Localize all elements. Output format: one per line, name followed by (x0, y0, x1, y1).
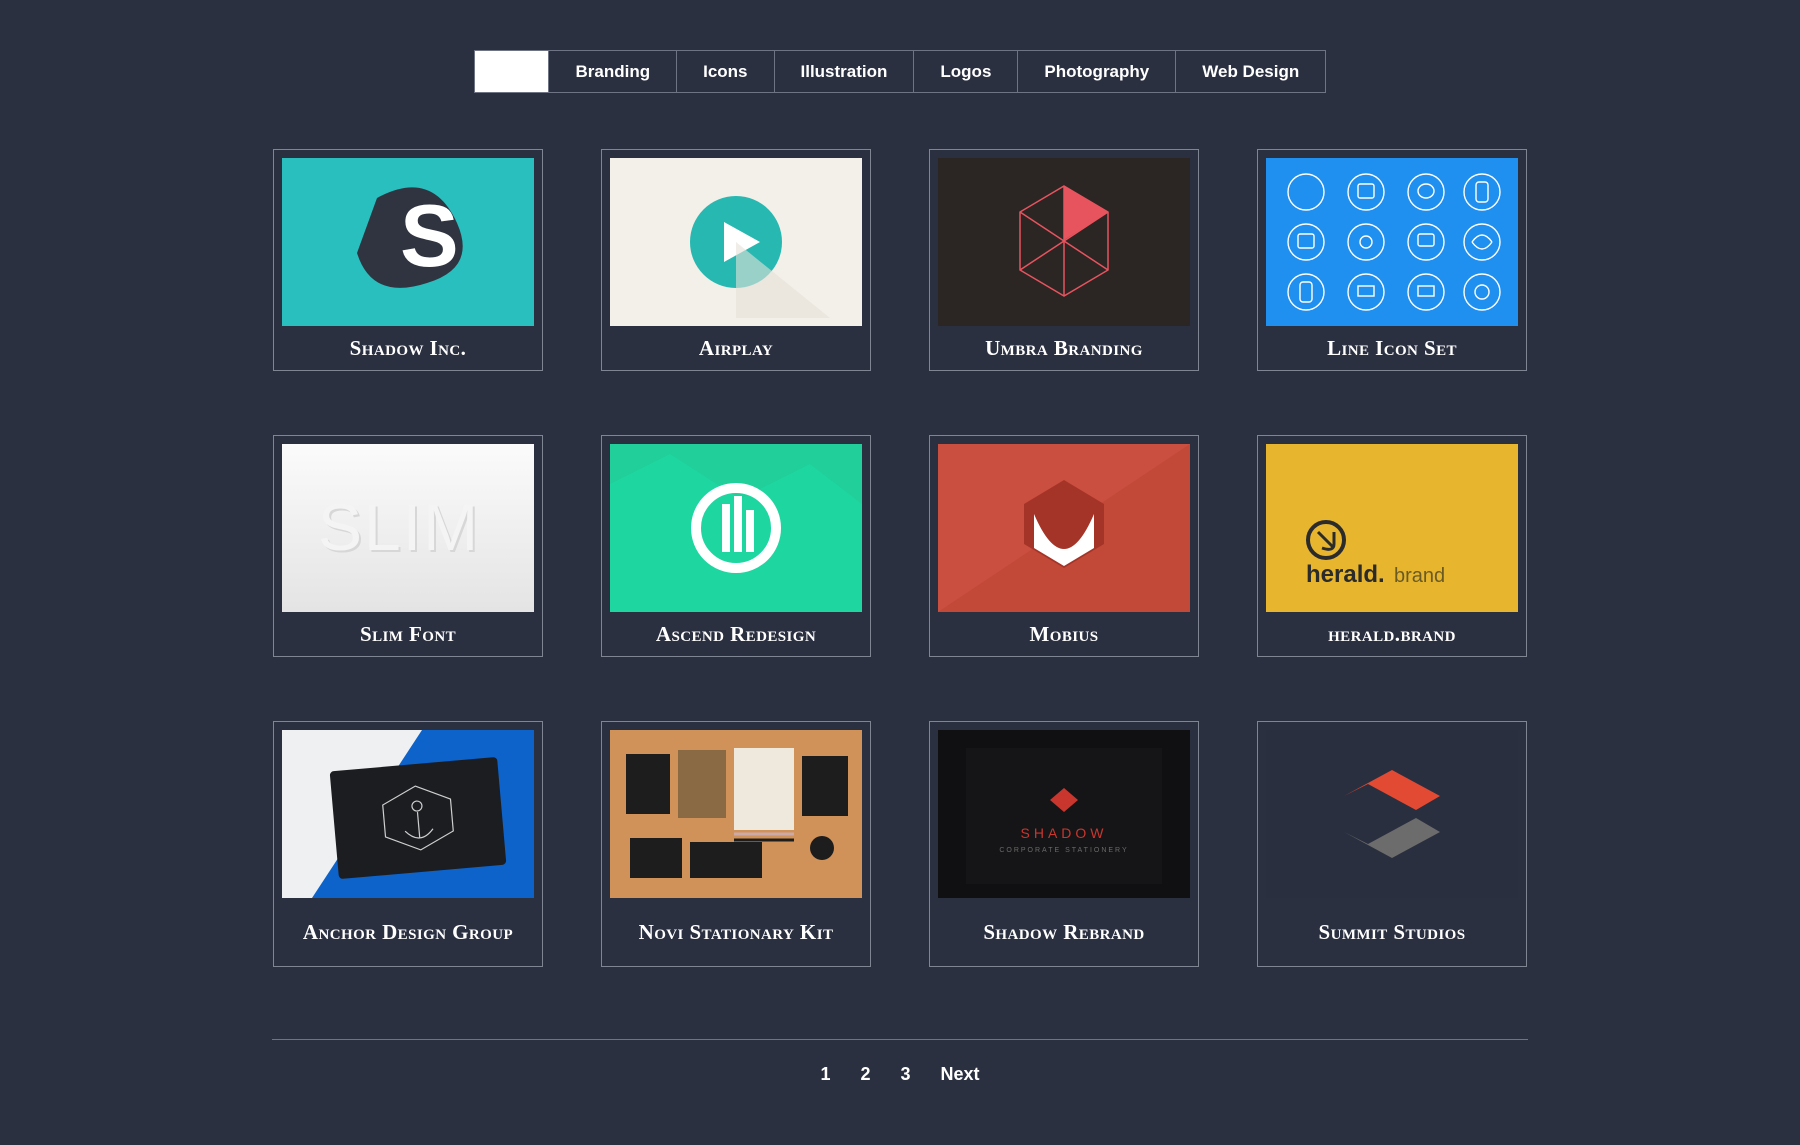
pagination: 1 2 3 Next (272, 1064, 1528, 1145)
card-title: Line Icon Set (1266, 326, 1518, 360)
card-title: Airplay (610, 326, 862, 360)
card-title: Shadow Inc. (282, 326, 534, 360)
card-title: herald.brand (1266, 612, 1518, 646)
svg-text:S: S (400, 186, 459, 285)
portfolio-grid: S Shadow Inc. Airplay (272, 149, 1528, 967)
thumb-mobius (938, 444, 1190, 612)
card-title: Shadow Rebrand (938, 898, 1190, 956)
filter-branding[interactable]: Branding (548, 50, 676, 93)
thumb-shadow-rebrand: SHADOW CORPORATE STATIONERY (938, 730, 1190, 898)
card-title: Anchor Design Group (282, 898, 534, 956)
card-title: Ascend Redesign (610, 612, 862, 646)
portfolio-card-novi[interactable]: Novi Stationary Kit (601, 721, 871, 967)
portfolio-card-ascend[interactable]: Ascend Redesign (601, 435, 871, 657)
filter-illustration[interactable]: Illustration (774, 50, 914, 93)
portfolio-card-summit[interactable]: Summit Studios (1257, 721, 1527, 967)
svg-text:CORPORATE STATIONERY: CORPORATE STATIONERY (999, 847, 1128, 854)
svg-text:SHADOW: SHADOW (1021, 825, 1108, 841)
card-title: Summit Studios (1266, 898, 1518, 956)
thumb-ascend (610, 444, 862, 612)
portfolio-card-anchor[interactable]: Anchor Design Group (273, 721, 543, 967)
page-3[interactable]: 3 (901, 1064, 911, 1085)
pager-divider (272, 1039, 1528, 1040)
page-next[interactable]: Next (941, 1064, 980, 1085)
thumb-novi (610, 730, 862, 898)
thumb-umbra (938, 158, 1190, 326)
filter-logos[interactable]: Logos (913, 50, 1017, 93)
portfolio-card-herald[interactable]: herald. brand herald.brand (1257, 435, 1527, 657)
page-2[interactable]: 2 (860, 1064, 870, 1085)
thumb-airplay (610, 158, 862, 326)
filter-all[interactable]: All (474, 50, 549, 93)
portfolio-card-mobius[interactable]: Mobius (929, 435, 1199, 657)
portfolio-card-shadow-inc[interactable]: S Shadow Inc. (273, 149, 543, 371)
page-1[interactable]: 1 (820, 1064, 830, 1085)
thumb-anchor (282, 730, 534, 898)
card-title: Mobius (938, 612, 1190, 646)
portfolio-card-umbra[interactable]: Umbra Branding (929, 149, 1199, 371)
portfolio-card-line-icons[interactable]: Line Icon Set (1257, 149, 1527, 371)
svg-text:SLIM: SLIM (318, 490, 480, 564)
portfolio-card-airplay[interactable]: Airplay (601, 149, 871, 371)
thumb-line-icons (1266, 158, 1518, 326)
svg-text:herald.: herald. (1306, 561, 1385, 588)
thumb-summit (1266, 730, 1518, 898)
thumb-herald: herald. brand (1266, 444, 1518, 612)
portfolio-card-shadow-rebrand[interactable]: SHADOW CORPORATE STATIONERY Shadow Rebra… (929, 721, 1199, 967)
card-title: Umbra Branding (938, 326, 1190, 360)
card-title: Slim Font (282, 612, 534, 646)
card-title: Novi Stationary Kit (610, 898, 862, 956)
thumb-shadow-inc: S (282, 158, 534, 326)
thumb-slim: SLIM SLIM (282, 444, 534, 612)
svg-text:brand: brand (1394, 565, 1445, 587)
filter-icons[interactable]: Icons (676, 50, 773, 93)
filter-web-design[interactable]: Web Design (1175, 50, 1326, 93)
filter-photography[interactable]: Photography (1017, 50, 1175, 93)
filter-tabs: All Branding Icons Illustration Logos Ph… (272, 50, 1528, 93)
portfolio-card-slim[interactable]: SLIM SLIM Slim Font (273, 435, 543, 657)
